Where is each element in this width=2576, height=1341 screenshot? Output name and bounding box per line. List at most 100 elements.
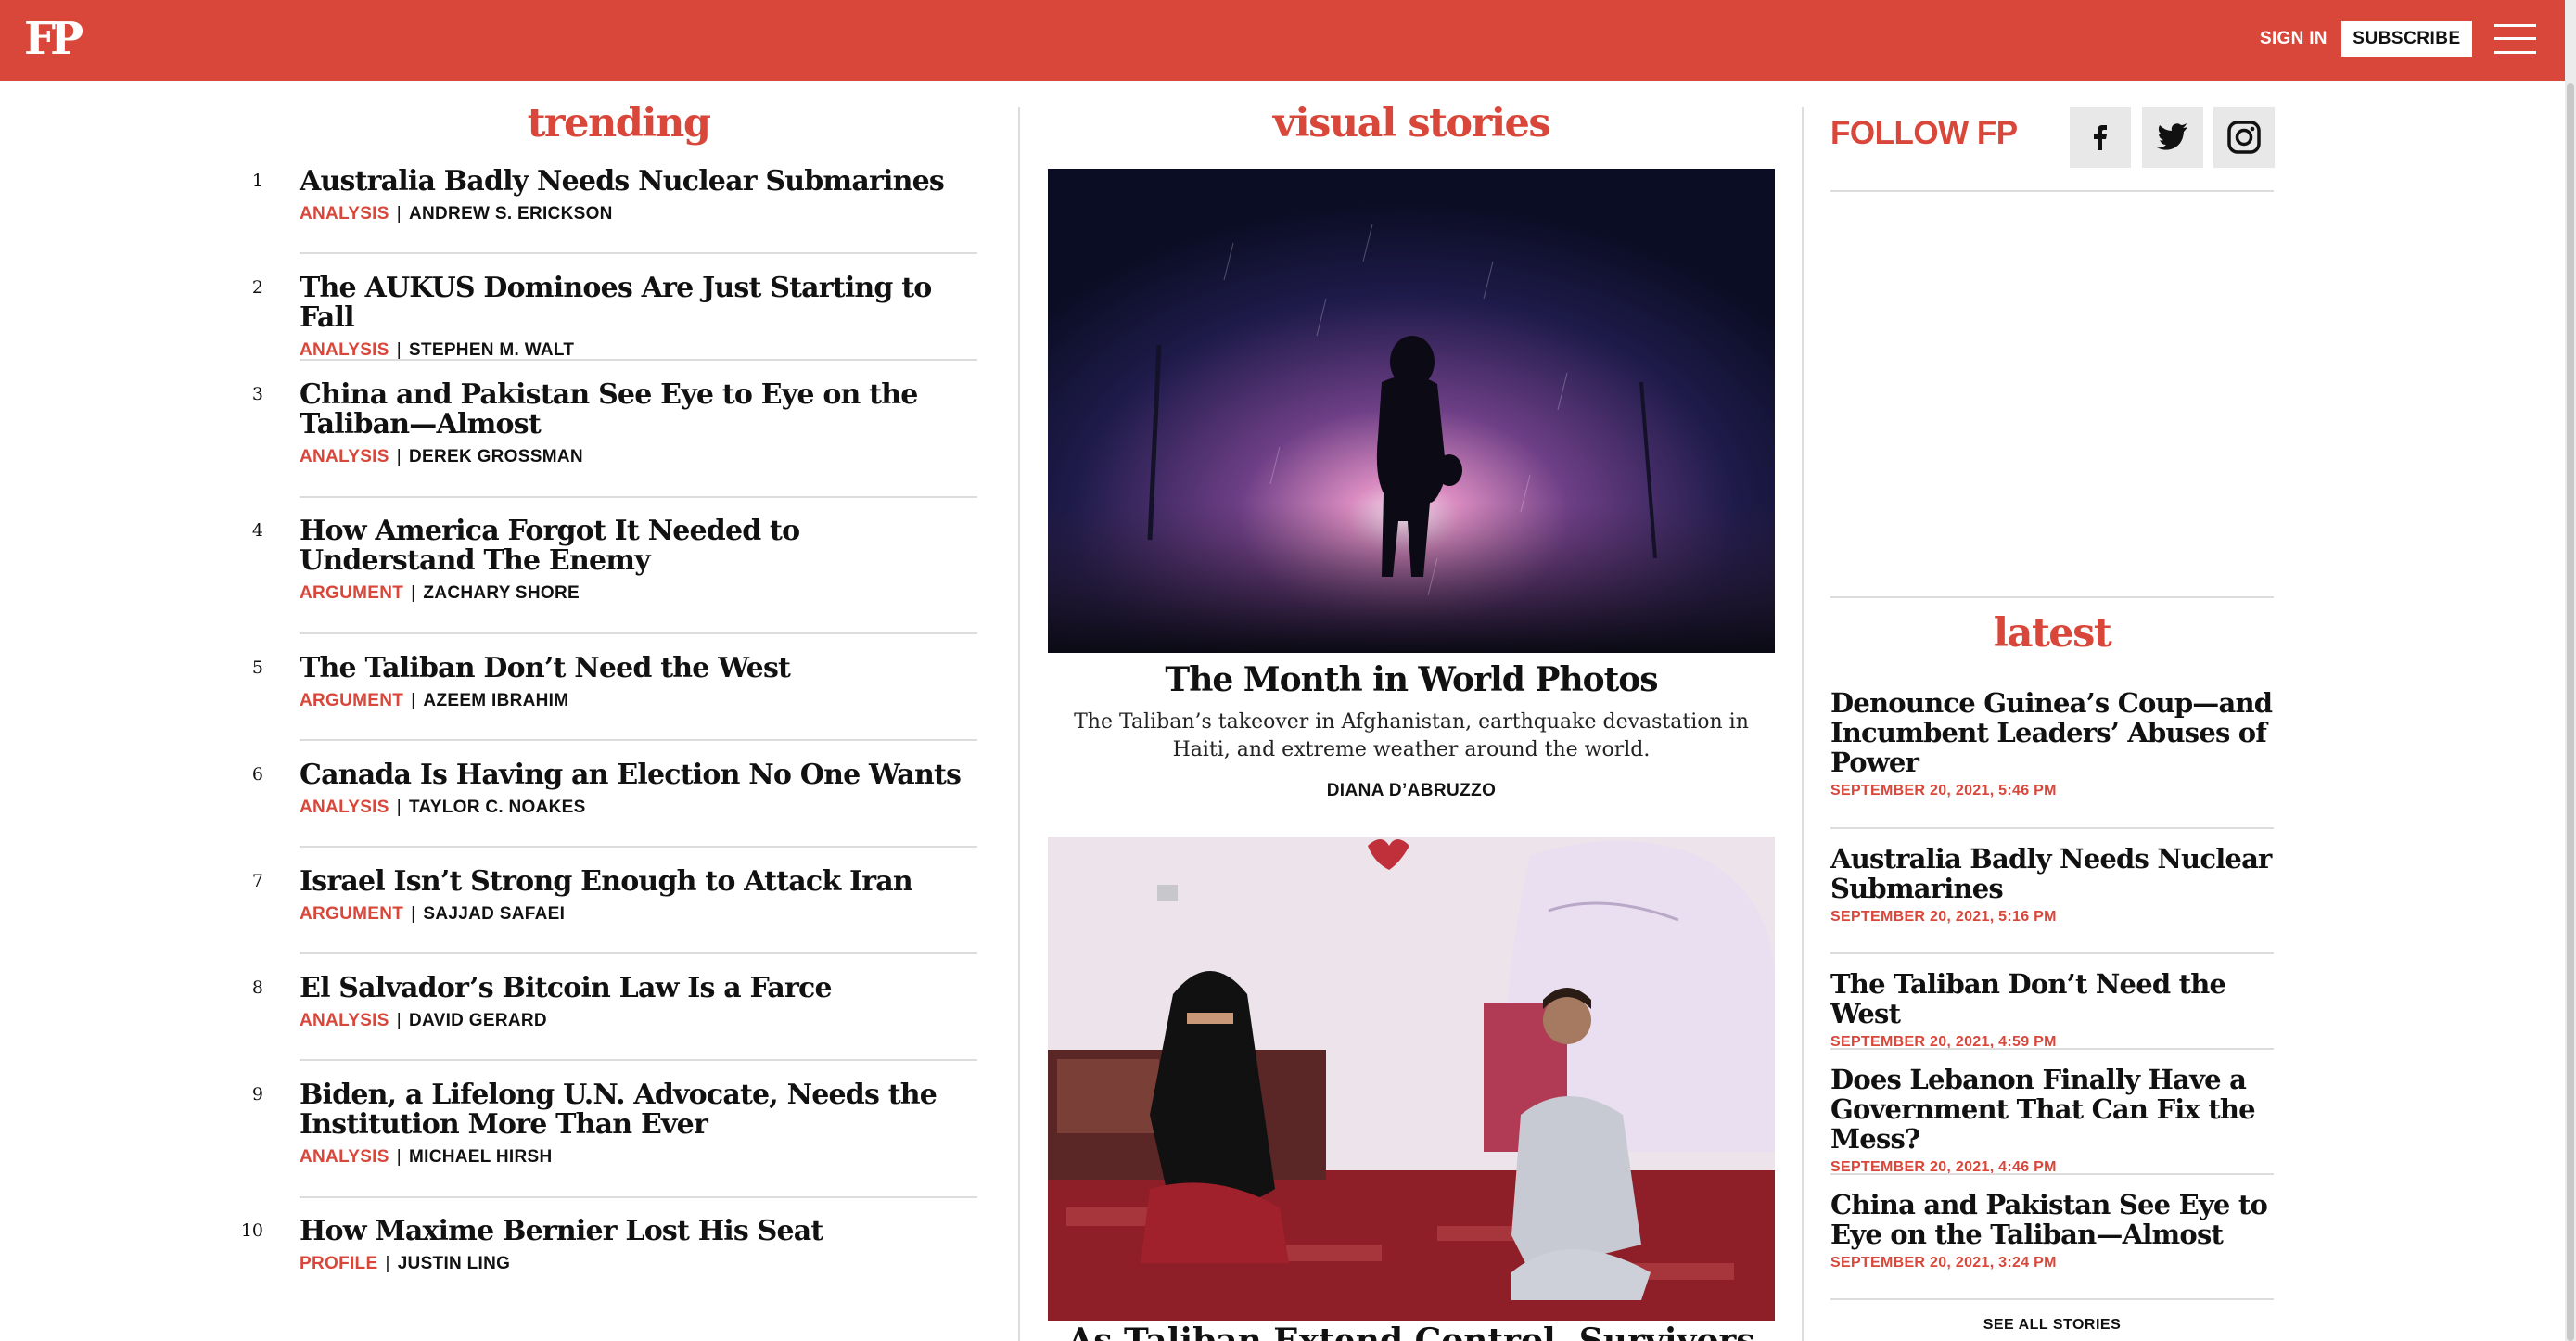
- afghan-couple-image: [1048, 837, 1775, 1321]
- trending-item[interactable]: 7 Israel Isn’t Strong Enough to Attack I…: [252, 867, 977, 925]
- author-name[interactable]: SAJJAD SAFAEI: [423, 904, 565, 924]
- trending-item[interactable]: 10 How Maxime Bernier Lost His Seat PROF…: [241, 1217, 977, 1274]
- trending-title[interactable]: China and Pakistan See Eye to Eye on the…: [300, 380, 977, 440]
- separator: |: [396, 1011, 402, 1030]
- divider: [300, 1059, 977, 1061]
- author-name[interactable]: TAYLOR C. NOAKES: [409, 798, 586, 817]
- latest-item[interactable]: China and Pakistan See Eye to Eye on the…: [1830, 1190, 2274, 1271]
- latest-item[interactable]: Australia Badly Needs Nuclear Submarines…: [1830, 844, 2274, 926]
- afghan-couple-photo[interactable]: [1048, 837, 1775, 1321]
- rain-night-image: [1048, 169, 1775, 653]
- latest-headline[interactable]: Does Lebanon Finally Have a Government T…: [1830, 1065, 2274, 1154]
- trending-title[interactable]: The AUKUS Dominoes Are Just Starting to …: [300, 274, 977, 333]
- trending-rank: 10: [240, 1220, 263, 1241]
- author-name[interactable]: ANDREW S. ERICKSON: [409, 204, 613, 224]
- author-name[interactable]: DEREK GROSSMAN: [409, 447, 583, 466]
- sign-in-link[interactable]: SIGN IN: [2260, 29, 2327, 49]
- latest-headline[interactable]: Australia Badly Needs Nuclear Submarines: [1830, 844, 2274, 903]
- subscribe-button[interactable]: SUBSCRIBE: [2341, 21, 2472, 57]
- column-divider: [1018, 107, 1020, 1341]
- category-label[interactable]: ARGUMENT: [300, 691, 403, 710]
- trending-title[interactable]: Australia Badly Needs Nuclear Submarines: [300, 167, 977, 197]
- trending-item[interactable]: 4 How America Forgot It Needed to Unders…: [252, 517, 977, 604]
- column-divider: [1802, 107, 1804, 1341]
- trending-title[interactable]: The Taliban Don’t Need the West: [300, 654, 977, 683]
- latest-timestamp: SEPTEMBER 20, 2021, 5:16 PM: [1830, 909, 2057, 925]
- visual-story-title-partial[interactable]: As Taliban Extend Control, Survivors Sha…: [1048, 1322, 1775, 1341]
- category-label[interactable]: ANALYSIS: [300, 340, 389, 360]
- visual-story-description: The Taliban’s takeover in Afghanistan, e…: [1074, 710, 1749, 761]
- trending-item[interactable]: 1 Australia Badly Needs Nuclear Submarin…: [252, 167, 977, 224]
- separator: |: [411, 583, 416, 603]
- category-label[interactable]: ANALYSIS: [300, 1147, 389, 1167]
- author-name[interactable]: STEPHEN M. WALT: [409, 340, 574, 360]
- trending-title[interactable]: Israel Isn’t Strong Enough to Attack Ira…: [300, 867, 977, 897]
- trending-rank: 8: [251, 977, 263, 998]
- trending-rank: 5: [251, 658, 263, 678]
- separator: |: [385, 1254, 390, 1273]
- divider: [300, 359, 977, 361]
- latest-heading: latest: [1993, 610, 2112, 657]
- latest-timestamp: SEPTEMBER 20, 2021, 5:46 PM: [1830, 783, 2057, 798]
- separator: |: [396, 204, 402, 224]
- latest-item[interactable]: Denounce Guinea’s Coup—and Incumbent Lea…: [1830, 688, 2274, 799]
- latest-item[interactable]: The Taliban Don’t Need the West SEPTEMBE…: [1830, 969, 2274, 1051]
- divider: [1830, 827, 2274, 829]
- author-name[interactable]: DAVID GERARD: [409, 1011, 547, 1030]
- divider: [1830, 190, 2274, 192]
- trending-item[interactable]: 8 El Salvador’s Bitcoin Law Is a Farce A…: [252, 974, 977, 1031]
- hamburger-menu-icon[interactable]: [2494, 22, 2536, 56]
- author-name[interactable]: JUSTIN LING: [398, 1254, 511, 1273]
- divider: [300, 952, 977, 954]
- see-all-stories-link[interactable]: SEE ALL STORIES: [1830, 1317, 2274, 1334]
- trending-item[interactable]: 3 China and Pakistan See Eye to Eye on t…: [252, 380, 977, 467]
- divider: [1830, 1048, 2274, 1050]
- latest-item[interactable]: Does Lebanon Finally Have a Government T…: [1830, 1065, 2274, 1176]
- divider: [1830, 596, 2274, 598]
- twitter-icon[interactable]: [2142, 107, 2203, 168]
- separator: |: [396, 1147, 402, 1167]
- trending-item[interactable]: 9 Biden, a Lifelong U.N. Advocate, Needs…: [252, 1080, 977, 1168]
- trending-title[interactable]: El Salvador’s Bitcoin Law Is a Farce: [300, 974, 977, 1003]
- rain-night-photo[interactable]: [1048, 169, 1775, 653]
- latest-headline[interactable]: The Taliban Don’t Need the West: [1830, 969, 2274, 1028]
- category-label[interactable]: ARGUMENT: [300, 583, 403, 603]
- trending-title[interactable]: Biden, a Lifelong U.N. Advocate, Needs t…: [300, 1080, 977, 1140]
- trending-item[interactable]: 2 The AUKUS Dominoes Are Just Starting t…: [252, 274, 977, 361]
- separator: |: [411, 691, 416, 710]
- visual-story-title[interactable]: The Month in World Photos: [1048, 660, 1775, 699]
- top-navigation-bar: FP SIGN IN SUBSCRIBE: [0, 0, 2565, 81]
- trending-title[interactable]: Canada Is Having an Election No One Want…: [300, 760, 977, 790]
- trending-rank: 6: [251, 764, 263, 785]
- category-label[interactable]: ANALYSIS: [300, 447, 389, 466]
- author-name[interactable]: AZEEM IBRAHIM: [423, 691, 568, 710]
- follow-fp-label: FOLLOW FP: [1830, 115, 2018, 151]
- category-label[interactable]: ARGUMENT: [300, 904, 403, 924]
- fp-logo[interactable]: FP: [24, 13, 83, 65]
- trending-item[interactable]: 5 The Taliban Don’t Need the West ARGUME…: [252, 654, 977, 711]
- instagram-icon[interactable]: [2213, 107, 2275, 168]
- separator: |: [396, 447, 402, 466]
- latest-headline[interactable]: China and Pakistan See Eye to Eye on the…: [1830, 1190, 2274, 1249]
- latest-headline[interactable]: Denounce Guinea’s Coup—and Incumbent Lea…: [1830, 688, 2274, 777]
- trending-title[interactable]: How Maxime Bernier Lost His Seat: [300, 1217, 977, 1246]
- trending-item[interactable]: 6 Canada Is Having an Election No One Wa…: [252, 760, 977, 818]
- category-label[interactable]: ANALYSIS: [300, 798, 389, 817]
- divider: [1830, 1298, 2274, 1300]
- trending-title[interactable]: How America Forgot It Needed to Understa…: [300, 517, 977, 576]
- separator: |: [396, 340, 402, 360]
- latest-timestamp: SEPTEMBER 20, 2021, 3:24 PM: [1830, 1255, 2057, 1271]
- facebook-icon[interactable]: [2070, 107, 2131, 168]
- category-label[interactable]: ANALYSIS: [300, 204, 389, 224]
- visual-story-author[interactable]: DIANA D’ABRUZZO: [1048, 781, 1775, 801]
- author-name[interactable]: MICHAEL HIRSH: [409, 1147, 553, 1167]
- divider: [1830, 1173, 2274, 1175]
- category-label[interactable]: PROFILE: [300, 1254, 377, 1273]
- trending-rank: 2: [251, 277, 263, 298]
- divider: [300, 846, 977, 848]
- author-name[interactable]: ZACHARY SHORE: [423, 583, 580, 603]
- trending-rank: 7: [251, 871, 263, 891]
- trending-rank: 4: [251, 520, 263, 541]
- category-label[interactable]: ANALYSIS: [300, 1011, 389, 1030]
- scrollbar-thumb[interactable]: [2567, 83, 2574, 1341]
